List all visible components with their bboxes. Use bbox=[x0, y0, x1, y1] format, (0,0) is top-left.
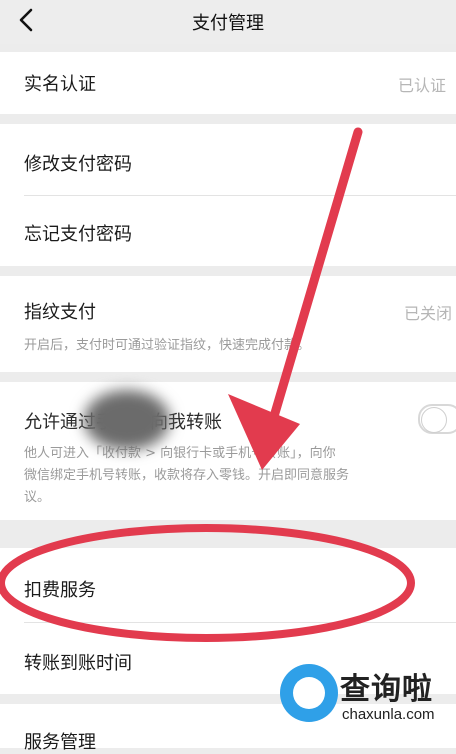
row-change-password[interactable]: 修改支付密码 bbox=[0, 124, 456, 196]
group-real-name: 实名认证 已认证 bbox=[0, 52, 456, 114]
row-forgot-password[interactable]: 忘记支付密码 bbox=[0, 196, 456, 266]
change-password-label: 修改支付密码 bbox=[24, 154, 132, 175]
page-title: 支付管理 bbox=[192, 13, 264, 34]
row-real-name[interactable]: 实名认证 已认证 bbox=[0, 52, 456, 114]
allow-transfer-desc-line3: 议。 bbox=[24, 490, 51, 505]
watermark-logo: 查询啦 chaxunla.com bbox=[280, 658, 456, 738]
fingerprint-desc: 开启后，支付时可通过验证指纹，快速完成付款。 bbox=[24, 338, 311, 353]
fingerprint-status[interactable]: 已关闭 bbox=[404, 300, 452, 324]
allow-transfer-desc-line1: 他人可进入「收付款 > 向银行卡或手机号转账」，向你 bbox=[24, 446, 336, 461]
nav-header: 支付管理 bbox=[0, 0, 456, 44]
privacy-blur bbox=[84, 390, 170, 450]
group-allow-transfer: 允许通过手机号向我转账 他人可进入「收付款 > 向银行卡或手机号转账」，向你 微… bbox=[0, 382, 456, 520]
forgot-password-label: 忘记支付密码 bbox=[24, 224, 132, 245]
real-name-label: 实名认证 bbox=[24, 74, 96, 95]
deduction-service-label: 扣费服务 bbox=[24, 580, 96, 601]
real-name-status: 已认证 bbox=[398, 76, 447, 95]
watermark-brand: 查询啦 bbox=[340, 672, 433, 707]
allow-transfer-toggle[interactable] bbox=[418, 404, 456, 434]
transfer-time-label: 转账到账时间 bbox=[24, 653, 132, 674]
fingerprint-label: 指纹支付 bbox=[24, 302, 96, 323]
service-manage-label: 服务管理 bbox=[24, 732, 96, 753]
group-password: 修改支付密码 忘记支付密码 bbox=[0, 124, 456, 266]
allow-transfer-desc-line2: 微信绑定手机号转账，收款将存入零钱。开启即同意服务 bbox=[24, 468, 350, 483]
group-fingerprint: 指纹支付 已关闭 开启后，支付时可通过验证指纹，快速完成付款。 bbox=[0, 276, 456, 372]
search-badge-icon bbox=[280, 664, 338, 722]
toggle-knob bbox=[421, 407, 447, 433]
row-deduction-service[interactable]: 扣费服务 bbox=[0, 548, 456, 622]
watermark-domain: chaxunla.com bbox=[342, 706, 435, 723]
